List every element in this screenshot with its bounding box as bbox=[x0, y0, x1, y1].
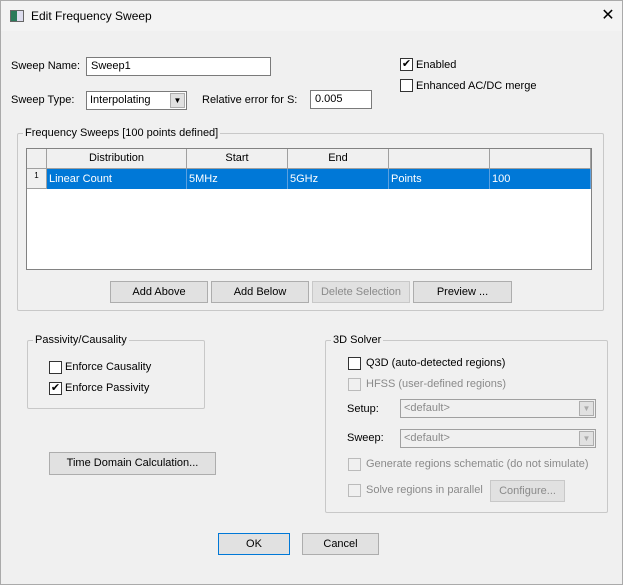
chevron-down-icon[interactable]: ▼ bbox=[170, 93, 185, 108]
column-header[interactable]: Start bbox=[187, 149, 288, 169]
table-cell[interactable]: Linear Count bbox=[47, 169, 187, 189]
frequency-sweeps-legend: Frequency Sweeps [100 points defined] bbox=[23, 127, 221, 139]
sweep-select[interactable]: <default> ▼ bbox=[400, 429, 596, 448]
column-header[interactable]: Distribution bbox=[47, 149, 187, 169]
setup-value: <default> bbox=[404, 402, 450, 414]
sweep-type-select[interactable]: Interpolating ▼ bbox=[86, 91, 187, 110]
hfss-checkbox[interactable] bbox=[348, 378, 361, 391]
3d-solver-legend: 3D Solver bbox=[331, 334, 384, 346]
relative-error-input[interactable]: 0.005 bbox=[310, 90, 372, 109]
enforce-causality-checkbox[interactable] bbox=[49, 361, 62, 374]
enabled-label: Enabled bbox=[416, 59, 457, 71]
enforce-passivity-label: Enforce Passivity bbox=[65, 382, 150, 394]
sweep-label: Sweep: bbox=[347, 432, 384, 444]
chevron-down-icon[interactable]: ▼ bbox=[579, 431, 594, 446]
enabled-checkbox[interactable]: ✔ bbox=[400, 58, 413, 71]
preview-button[interactable]: Preview ... bbox=[413, 281, 512, 303]
sweep-type-label: Sweep Type: bbox=[11, 94, 75, 106]
sweep-value: <default> bbox=[404, 432, 450, 444]
column-header[interactable] bbox=[490, 149, 591, 169]
passivity-group: Passivity/Causality bbox=[27, 334, 205, 409]
enhanced-acdc-label: Enhanced AC/DC merge bbox=[416, 80, 537, 92]
relative-error-label: Relative error for S: bbox=[202, 94, 298, 106]
cancel-button[interactable]: Cancel bbox=[302, 533, 379, 555]
window-title: Edit Frequency Sweep bbox=[31, 9, 152, 23]
close-icon[interactable]: ✕ bbox=[597, 5, 619, 27]
table-cell[interactable]: Points bbox=[389, 169, 490, 189]
q3d-label: Q3D (auto-detected regions) bbox=[366, 357, 506, 369]
setup-label: Setup: bbox=[347, 403, 379, 415]
generate-schematic-label: Generate regions schematic (do not simul… bbox=[366, 458, 589, 470]
table-cell[interactable]: 5GHz bbox=[288, 169, 389, 189]
generate-schematic-checkbox[interactable] bbox=[348, 458, 361, 471]
sweeps-table[interactable]: Distribution Start End 1 Linear Count 5M… bbox=[26, 148, 592, 270]
q3d-checkbox[interactable] bbox=[348, 357, 361, 370]
row-header-corner bbox=[27, 149, 47, 169]
add-below-button[interactable]: Add Below bbox=[211, 281, 309, 303]
ok-button[interactable]: OK bbox=[218, 533, 290, 555]
sweep-name-input[interactable]: Sweep1 bbox=[86, 57, 271, 76]
sweep-type-value: Interpolating bbox=[90, 94, 151, 106]
sweep-name-label: Sweep Name: bbox=[11, 60, 81, 72]
app-icon bbox=[10, 10, 24, 22]
enforce-passivity-checkbox[interactable]: ✔ bbox=[49, 382, 62, 395]
column-header[interactable]: End bbox=[288, 149, 389, 169]
title-bar: Edit Frequency Sweep ✕ bbox=[0, 0, 623, 31]
time-domain-calculation-button[interactable]: Time Domain Calculation... bbox=[49, 452, 216, 475]
passivity-legend: Passivity/Causality bbox=[33, 334, 129, 346]
row-number[interactable]: 1 bbox=[27, 169, 47, 189]
chevron-down-icon[interactable]: ▼ bbox=[579, 401, 594, 416]
solve-parallel-label: Solve regions in parallel bbox=[366, 484, 483, 496]
configure-button[interactable]: Configure... bbox=[490, 480, 565, 502]
add-above-button[interactable]: Add Above bbox=[110, 281, 208, 303]
table-cell[interactable]: 5MHz bbox=[187, 169, 288, 189]
delete-selection-button[interactable]: Delete Selection bbox=[312, 281, 410, 303]
setup-select[interactable]: <default> ▼ bbox=[400, 399, 596, 418]
column-header[interactable] bbox=[389, 149, 490, 169]
enforce-causality-label: Enforce Causality bbox=[65, 361, 152, 373]
solve-parallel-checkbox[interactable] bbox=[348, 484, 361, 497]
hfss-label: HFSS (user-defined regions) bbox=[366, 378, 507, 390]
table-cell[interactable]: 100 bbox=[490, 169, 591, 189]
enhanced-acdc-checkbox[interactable] bbox=[400, 79, 413, 92]
